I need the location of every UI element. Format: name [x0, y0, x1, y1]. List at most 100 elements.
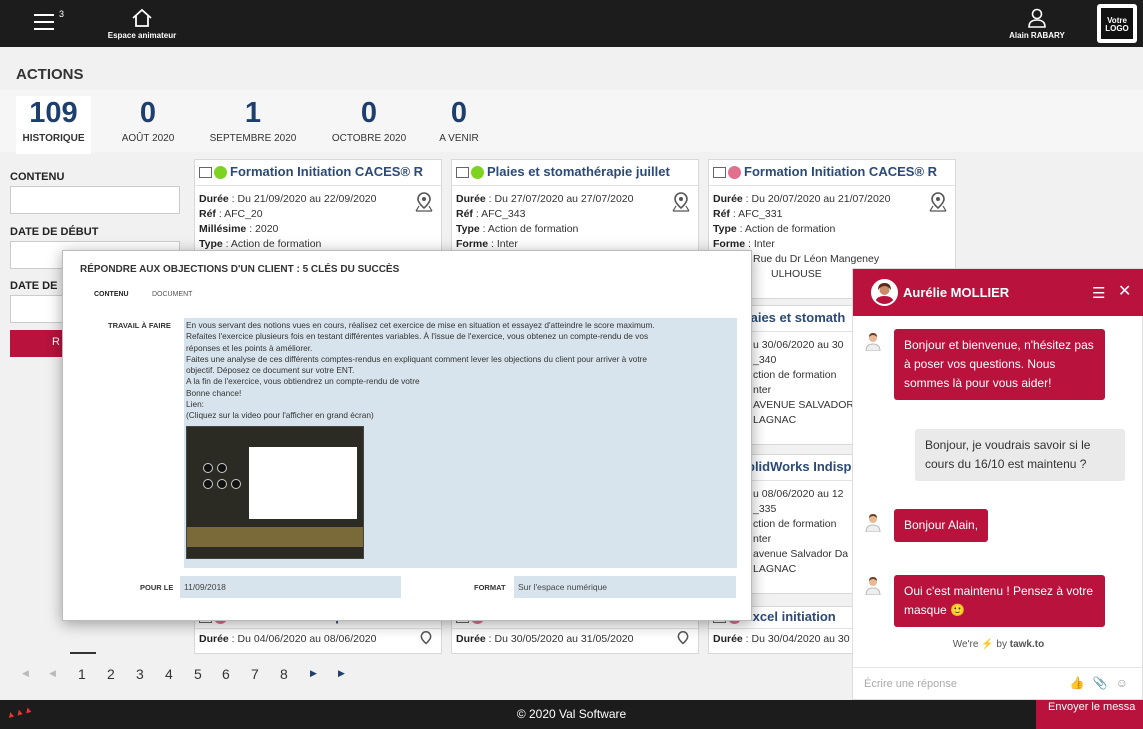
map-pin-icon[interactable]: [419, 631, 433, 645]
tab-octobre-2020[interactable]: 0 OCTOBRE 2020: [325, 96, 413, 144]
field-value: : Du 04/06/2020 au 08/06/2020: [228, 633, 377, 645]
home-label: Espace animateur: [107, 31, 177, 40]
format-field: Sur l'espace numérique: [514, 576, 736, 598]
filter-contenu-label: CONTENU: [10, 171, 65, 183]
paperclip-icon[interactable]: 📎: [1093, 676, 1116, 690]
stat-value: 1: [244, 97, 262, 129]
field-key: Millésime: [199, 223, 247, 235]
work-line: A la fin de l'exercice, vous obtiendrez …: [186, 376, 420, 387]
field-value: : Du 20/07/2020 au 21/07/2020: [742, 193, 891, 205]
agent-name: Aurélie MOLLIER: [903, 285, 1010, 300]
field-value: : Du 27/07/2020 au 27/07/2020: [485, 193, 634, 205]
field-key: Réf: [456, 208, 473, 220]
page-link[interactable]: 5: [194, 666, 202, 682]
work-line: objectif. Déposez ce document sur votre …: [186, 365, 355, 376]
first-page-icon[interactable]: ◀: [22, 668, 29, 679]
tab-a-venir[interactable]: 0 A VENIR: [434, 96, 484, 144]
field-value: : Action de formation: [479, 223, 579, 235]
tab-contenu[interactable]: CONTENU: [94, 291, 129, 298]
video-disc: [231, 479, 241, 489]
card-title: Plaies et stomathérapie juillet: [487, 164, 670, 179]
copyright: © 2020 Val Software: [516, 707, 627, 721]
work-line: Refaites l'exercice plusieurs fois en te…: [186, 331, 649, 342]
filter-date-debut-label: DATE DE DÉBUT: [10, 226, 99, 238]
stat-label: AOÛT 2020: [121, 133, 175, 144]
page-link[interactable]: 2: [107, 666, 115, 682]
map-pin-icon[interactable]: [415, 192, 433, 212]
agent-mini-avatar: [865, 333, 881, 351]
stat-label: A VENIR: [439, 133, 479, 144]
page-link[interactable]: 7: [251, 666, 259, 682]
page-link[interactable]: 1: [78, 666, 86, 682]
field-key: Durée: [713, 193, 743, 205]
field-key: Forme: [456, 238, 489, 250]
work-line: (Cliquez sur la video pour l'afficher en…: [186, 410, 374, 421]
stat-label: SEPTEMBRE 2020: [209, 133, 297, 144]
map-pin-icon[interactable]: [676, 631, 690, 645]
field-key: Réf: [713, 208, 730, 220]
action-card[interactable]: Plaies et stomathérapie juillet Durée : …: [451, 159, 699, 251]
tab-aout-2020[interactable]: 0 AOÛT 2020: [112, 96, 184, 144]
close-icon[interactable]: ✕: [1118, 281, 1131, 301]
home-icon: [132, 8, 152, 27]
field-value: : AFC_331: [729, 208, 783, 220]
work-line: Bonne chance!: [186, 387, 242, 398]
send-message-button[interactable]: Envoyer le messa: [1036, 700, 1143, 729]
field-value: : Du 30/05/2020 au 31/05/2020: [485, 633, 634, 645]
chat-message-agent: Bonjour et bienvenue, n'hésitez pas à po…: [894, 329, 1105, 400]
document-icon: [713, 167, 726, 179]
page-link[interactable]: 6: [222, 666, 230, 682]
video-disc: [217, 463, 227, 473]
page-link[interactable]: 4: [165, 666, 173, 682]
chat-widget: Aurélie MOLLIER ☰ ✕ Bonjour et bienvenue…: [852, 268, 1143, 700]
emoji-icon[interactable]: ☺: [1116, 676, 1136, 690]
active-page-indicator: [70, 652, 96, 654]
due-date-label: POUR LE: [140, 583, 174, 592]
next-page-icon[interactable]: ▶: [310, 668, 317, 679]
prev-page-icon[interactable]: ◀: [49, 668, 56, 679]
home-button[interactable]: Espace animateur: [100, 8, 184, 40]
field-key: Durée: [456, 633, 486, 645]
card-title: Formation Initiation CACES® R: [744, 164, 938, 179]
map-pin-icon[interactable]: [672, 192, 690, 212]
stat-value: 109: [29, 97, 78, 129]
chat-menu-icon[interactable]: ☰: [1092, 284, 1105, 302]
field-key: Réf: [199, 208, 216, 220]
card-title: Formation Initiation CACES® R: [230, 164, 424, 179]
tab-document[interactable]: DOCUMENT: [152, 291, 192, 298]
thumbs-up-icon[interactable]: 👍: [1070, 676, 1093, 690]
work-line: Faites une analyse de ces différents com…: [186, 353, 648, 364]
chat-message-agent: Oui c'est maintenu ! Pensez à votre masq…: [894, 575, 1105, 627]
powered-prefix: We're: [952, 639, 979, 650]
chat-input-area[interactable]: Écrire une réponse 👍📎☺: [853, 667, 1143, 701]
video-screen: [249, 447, 357, 519]
action-card[interactable]: Formation Initiation CACES® R Durée : Du…: [194, 159, 442, 251]
user-name: Alain RABARY: [1009, 31, 1065, 40]
map-pin-icon[interactable]: [929, 192, 947, 212]
tab-septembre-2020[interactable]: 1 SEPTEMBRE 2020: [205, 96, 301, 144]
filter-contenu-input[interactable]: [10, 186, 180, 214]
page-link[interactable]: 8: [280, 666, 288, 682]
document-icon: [456, 167, 469, 179]
modal-title: RÉPONDRE AUX OBJECTIONS D'UN CLIENT : 5 …: [80, 264, 400, 275]
work-line: réponses et les points à améliorer.: [186, 342, 313, 353]
chat-message-user: Bonjour, je voudrais savoir si le cours …: [915, 429, 1125, 481]
work-label: TRAVAIL À FAIRE: [108, 321, 171, 330]
chat-message-agent: Bonjour Alain,: [894, 509, 989, 542]
stat-label: OCTOBRE 2020: [331, 133, 407, 144]
last-page-icon[interactable]: ▶: [338, 668, 345, 679]
user-profile-button[interactable]: Alain RABARY: [1000, 8, 1074, 40]
filter-date-fin-label: DATE DE: [10, 280, 58, 292]
powered-by[interactable]: We're ⚡ by tawk.to: [853, 639, 1143, 650]
hamburger-menu-icon[interactable]: [34, 14, 54, 32]
chat-header: Aurélie MOLLIER ☰ ✕: [853, 269, 1143, 316]
video-thumbnail[interactable]: [186, 426, 364, 559]
page-link[interactable]: 3: [136, 666, 144, 682]
field-value: : Action de formation: [736, 223, 836, 235]
video-disc: [203, 463, 213, 473]
company-logo: Votre LOGO: [1097, 4, 1137, 43]
field-value: : Inter: [745, 238, 775, 250]
agent-avatar: [871, 279, 898, 306]
field-key: Durée: [456, 193, 486, 205]
tab-historique[interactable]: 109 HISTORIQUE: [16, 96, 91, 154]
